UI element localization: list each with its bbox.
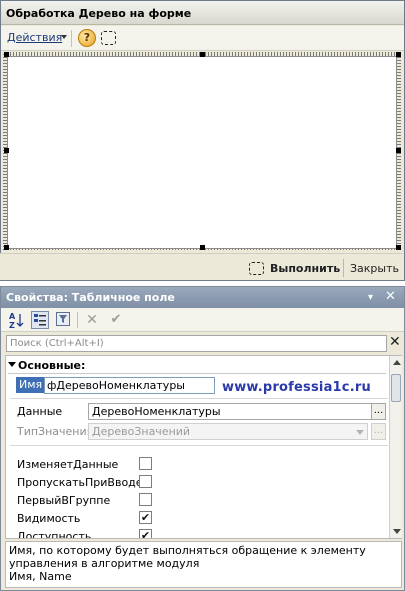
search-placeholder: Поиск (Ctrl+Alt+I) [10,338,104,349]
modifies-data-checkbox[interactable] [139,457,152,470]
resize-handle[interactable] [4,52,9,57]
form-command-bar: Выполнить Закрыть [0,253,403,280]
properties-panel: Свойства: Табличное поле ▾ ✕ AZ ✕ ✔ Поис… [0,286,405,591]
search-clear-icon[interactable]: ✕ [389,334,401,350]
property-grid: Основные: Имя фДеревоНоменклатуры www.pr… [5,355,402,539]
watermark-text: www.professia1c.ru [222,380,371,395]
enabled-checkbox[interactable]: ✔ [139,529,152,538]
check-label: Доступность [17,530,92,538]
properties-title-bar: Свойства: Табличное поле ▾ ✕ [1,287,404,308]
check-label: ПервыйВГруппе [17,494,111,507]
value-type-select-button: ... [371,423,386,440]
help-icon[interactable]: ? [78,29,96,47]
form-toolbar: Действия ? [1,26,404,51]
description-text: Имя, по которому будет выполняться обращ… [9,544,366,570]
svg-text:Z: Z [9,321,15,329]
dashed-button-icon[interactable] [101,31,116,45]
properties-toolbar: AZ ✕ ✔ [1,308,404,332]
value-type-property-field: ДеревоЗначений [88,423,368,440]
chevron-down-icon [356,430,364,435]
resize-handle[interactable] [200,52,205,57]
property-grid-scrollbar[interactable] [389,356,402,538]
property-description: Имя, по которому будет выполняться обращ… [5,541,402,588]
svg-text:A: A [9,312,16,321]
table-field-canvas[interactable] [7,56,397,249]
divider [8,373,386,374]
toolbar-separator [77,312,78,328]
property-search-input[interactable]: Поиск (Ctrl+Alt+I) [6,335,387,352]
sort-alphabetical-icon[interactable]: AZ [7,311,25,330]
data-select-button[interactable]: ... [371,403,386,420]
name-property-field[interactable]: фДеревоНоменклатуры [44,377,215,394]
resize-handle[interactable] [4,148,9,153]
categorized-view-icon[interactable] [31,311,49,329]
divider [10,398,388,399]
data-property-label: Данные [17,405,63,418]
apply-icon[interactable]: ✔ [107,311,125,329]
chevron-down-icon[interactable] [61,35,67,39]
first-in-group-checkbox[interactable] [139,493,152,506]
resize-handle[interactable] [396,148,401,153]
name-property-label: Имя [16,377,46,393]
run-button[interactable]: Выполнить [270,262,340,275]
toolbar-separator [71,30,72,47]
check-label: Видимость [17,512,81,525]
skip-on-input-checkbox[interactable] [139,475,152,488]
description-aliases: Имя, Name [9,570,72,583]
filter-icon[interactable] [54,311,72,329]
scroll-thumb[interactable] [391,374,401,402]
resize-handle[interactable] [396,245,401,250]
close-button[interactable]: Закрыть [350,262,399,275]
check-label: ИзменяетДанные [17,458,119,471]
resize-handle[interactable] [396,52,401,57]
scroll-down-icon[interactable] [393,529,401,534]
divider [10,445,388,446]
form-title-bar: Обработка Дерево на форме [1,1,404,25]
collapse-triangle-icon[interactable] [8,362,16,367]
pin-icon[interactable]: ▾ [368,292,373,303]
visibility-checkbox[interactable]: ✔ [139,511,152,524]
actions-menu-button[interactable]: Действия [7,31,62,44]
close-icon[interactable]: ✕ [385,289,396,304]
form-title: Обработка Дерево на форме [6,7,192,20]
property-group-header[interactable]: Основные: [8,359,85,372]
resize-handle[interactable] [4,245,9,250]
group-title: Основные: [18,359,86,372]
resize-handle[interactable] [200,245,205,250]
scroll-up-icon[interactable] [393,360,401,365]
clear-icon[interactable]: ✕ [83,311,101,329]
data-property-field[interactable]: ДеревоНоменклатуры [88,403,372,420]
value-type-property-label: ТипЗначения [17,425,94,438]
check-label: ПропускатьПриВводе [17,476,143,489]
command-separator [343,259,344,277]
properties-title: Свойства: Табличное поле [6,291,175,304]
run-icon[interactable] [249,262,264,275]
